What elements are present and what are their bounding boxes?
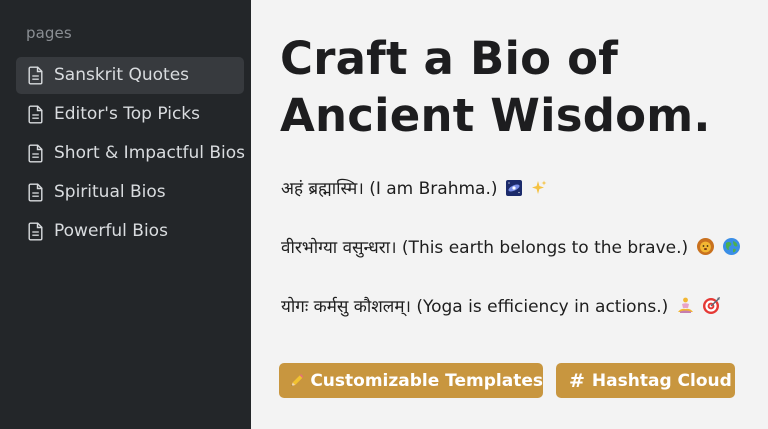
sidebar-item-label: Editor's Top Picks <box>54 104 200 124</box>
document-icon <box>28 66 43 85</box>
sidebar-item-powerful-bios[interactable]: Powerful Bios <box>16 213 244 250</box>
quote-item: वीरभोग्या वसुन्धरा। (This earth belongs … <box>281 235 741 258</box>
customizable-templates-button[interactable]: Customizable Templates <box>279 363 543 398</box>
sidebar-item-short-impactful-bios[interactable]: Short & Impactful Bios <box>16 135 246 172</box>
sidebar-item-label: Short & Impactful Bios <box>54 143 246 163</box>
app-window: pages Sanskrit Quotes Editor's Top Picks <box>0 0 768 429</box>
main-content: Craft a Bio of Ancient Wisdom. अहं ब्रह्… <box>251 0 768 429</box>
quote-translation: (This earth belongs to the brave.) <box>401 238 689 258</box>
button-label: Customizable Templates <box>310 370 543 391</box>
hashtag-cloud-button[interactable]: # Hashtag Cloud <box>556 363 735 398</box>
quote-translation: (Yoga is efficiency in actions.) <box>416 297 669 317</box>
document-icon <box>28 183 43 202</box>
sidebar-item-label: Powerful Bios <box>54 221 168 241</box>
button-label: Hashtag Cloud <box>591 370 732 391</box>
pencil-icon <box>291 374 304 387</box>
globe-icon <box>722 238 740 255</box>
document-icon <box>28 105 43 124</box>
document-icon <box>28 222 43 241</box>
sidebar-heading: pages <box>26 24 72 42</box>
sidebar-item-editors-top-picks[interactable]: Editor's Top Picks <box>16 96 244 133</box>
quote-item: अहं ब्रह्मास्मि। (I am Brahma.) <box>281 176 548 199</box>
sidebar-item-label: Spiritual Bios <box>54 182 166 202</box>
meditation-icon <box>677 297 693 313</box>
sidebar-item-spiritual-bios[interactable]: Spiritual Bios <box>16 174 244 211</box>
quote-sanskrit: वीरभोग्या वसुन्धरा। <box>281 238 397 258</box>
page-title: Craft a Bio of Ancient Wisdom. <box>280 32 711 142</box>
galaxy-icon <box>505 180 522 196</box>
quote-sanskrit: अहं ब्रह्मास्मि। <box>281 179 364 199</box>
quote-item: योगः कर्मसु कौशलम्। (Yoga is efficiency … <box>281 294 721 317</box>
target-icon <box>703 297 721 314</box>
document-icon <box>28 144 43 163</box>
quote-translation: (I am Brahma.) <box>369 179 498 199</box>
sidebar-item-label: Sanskrit Quotes <box>54 65 190 85</box>
quote-sanskrit: योगः कर्मसु कौशलम्। <box>281 297 411 317</box>
sidebar-item-sanskrit-quotes[interactable]: Sanskrit Quotes <box>16 57 244 94</box>
sidebar: pages Sanskrit Quotes Editor's Top Picks <box>0 0 251 429</box>
lion-icon <box>696 238 714 255</box>
sparkles-icon <box>532 180 547 194</box>
hash-icon: # <box>569 369 585 392</box>
